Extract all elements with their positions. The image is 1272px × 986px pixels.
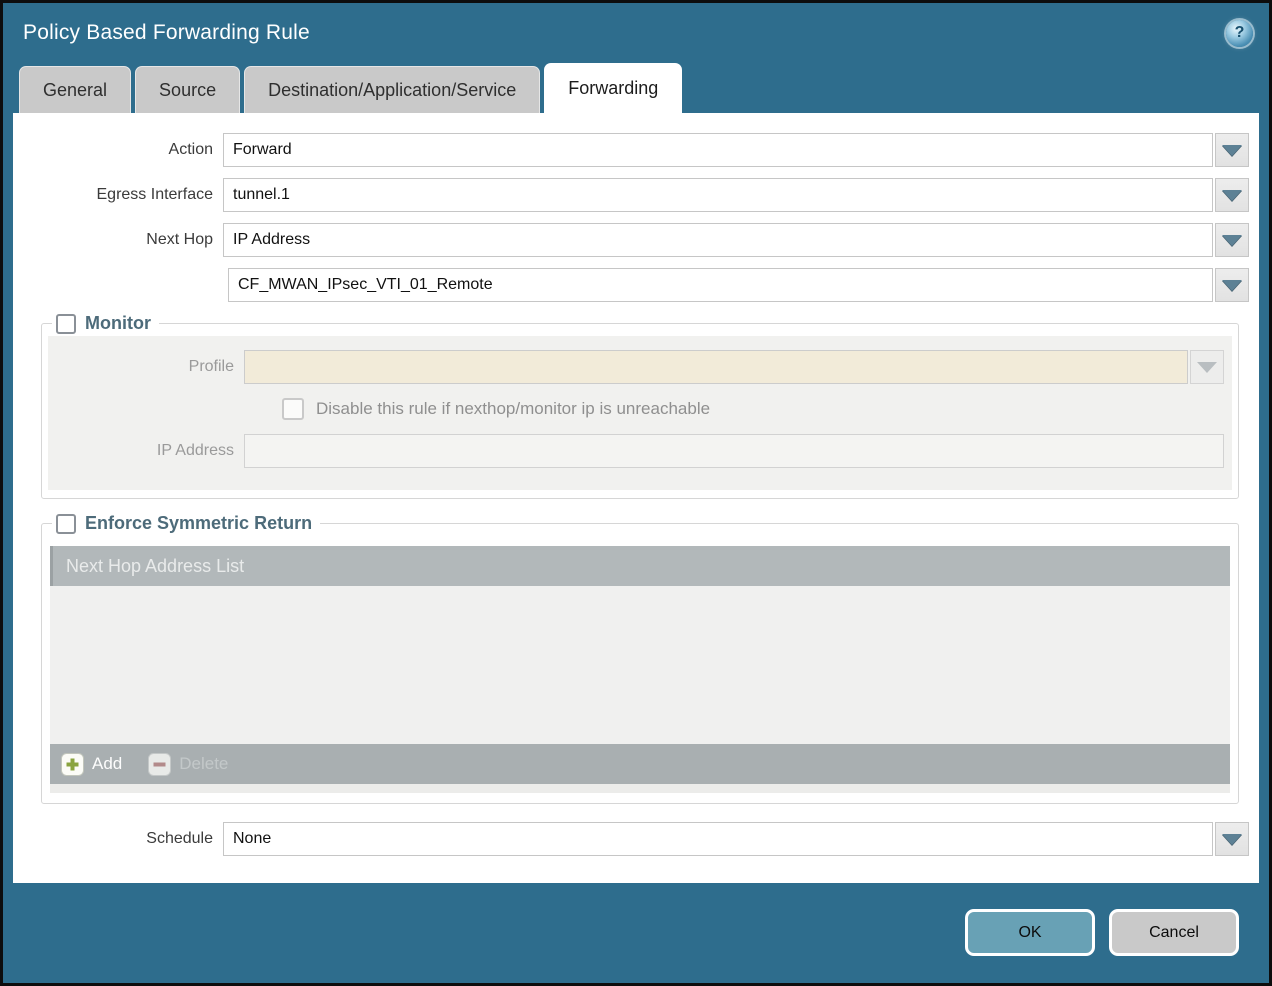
chevron-down-icon [1222, 834, 1242, 845]
egress-interface-dropdown-button[interactable] [1215, 178, 1249, 212]
next-hop-address-row [13, 268, 1249, 302]
help-glyph: ? [1235, 24, 1245, 42]
next-hop-row: Next Hop [13, 223, 1249, 257]
profile-row: Profile [48, 350, 1224, 384]
add-button-label: Add [92, 754, 122, 774]
monitor-ip-input[interactable] [244, 434, 1224, 468]
cancel-button[interactable]: Cancel [1109, 909, 1239, 956]
action-row: Action [13, 133, 1249, 167]
next-hop-address-dropdown-button[interactable] [1215, 268, 1249, 302]
profile-dropdown-button[interactable] [1190, 350, 1224, 384]
chevron-down-icon [1222, 280, 1242, 291]
next-hop-dropdown-button[interactable] [1215, 223, 1249, 257]
delete-button-label: Delete [179, 754, 228, 774]
help-icon[interactable]: ? [1226, 20, 1253, 47]
titlebar: Policy Based Forwarding Rule ? [3, 3, 1269, 63]
chevron-down-icon [1222, 190, 1242, 201]
delete-button[interactable]: Delete [148, 753, 228, 776]
monitor-panel: Profile Disable this rule if nexthop/mon… [48, 336, 1232, 490]
tab-general[interactable]: General [19, 66, 131, 113]
egress-interface-label: Egress Interface [13, 186, 223, 204]
monitor-legend-label: Monitor [85, 313, 151, 334]
table-footer: Add Delete [50, 744, 1230, 784]
forwarding-tab-panel: Action Egress Interface Next Hop [13, 113, 1259, 883]
pbf-rule-dialog: Policy Based Forwarding Rule ? General S… [0, 0, 1272, 986]
profile-label: Profile [48, 358, 244, 376]
egress-interface-row: Egress Interface [13, 178, 1249, 212]
table-body-empty[interactable] [50, 586, 1230, 744]
minus-icon [148, 753, 171, 776]
chevron-down-icon [1197, 362, 1217, 373]
next-hop-label: Next Hop [13, 231, 223, 249]
enforce-symmetric-return-checkbox[interactable] [56, 514, 76, 534]
tab-source[interactable]: Source [135, 66, 240, 113]
disable-rule-label: Disable this rule if nexthop/monitor ip … [316, 399, 710, 419]
tab-forwarding[interactable]: Forwarding [544, 63, 682, 113]
tab-bar: General Source Destination/Application/S… [3, 63, 1269, 113]
action-dropdown-button[interactable] [1215, 133, 1249, 167]
schedule-row: Schedule [13, 822, 1249, 856]
monitor-legend: Monitor [52, 313, 159, 334]
enforce-symmetric-return-legend: Enforce Symmetric Return [52, 513, 320, 534]
disable-rule-checkbox[interactable] [282, 398, 304, 420]
profile-input[interactable] [244, 350, 1188, 384]
monitor-ip-row: IP Address [48, 434, 1224, 468]
disable-rule-row: Disable this rule if nexthop/monitor ip … [282, 398, 1224, 420]
enforce-symmetric-return-legend-label: Enforce Symmetric Return [85, 513, 312, 534]
add-button[interactable]: Add [61, 753, 122, 776]
egress-interface-input[interactable] [223, 178, 1213, 212]
ok-button[interactable]: OK [965, 909, 1095, 956]
monitor-section: Monitor Profile Disable this rule if nex… [41, 313, 1239, 499]
plus-icon [61, 753, 84, 776]
schedule-dropdown-button[interactable] [1215, 822, 1249, 856]
tab-destination-application-service[interactable]: Destination/Application/Service [244, 66, 540, 113]
table-header-label: Next Hop Address List [66, 556, 244, 577]
monitor-checkbox[interactable] [56, 314, 76, 334]
monitor-ip-label: IP Address [48, 442, 244, 460]
dialog-title: Policy Based Forwarding Rule [23, 21, 310, 45]
schedule-input[interactable] [223, 822, 1213, 856]
chevron-down-icon [1222, 145, 1242, 156]
next-hop-address-table: Next Hop Address List Add [50, 546, 1230, 793]
next-hop-address-input[interactable] [228, 268, 1213, 302]
action-label: Action [13, 141, 223, 159]
next-hop-type-input[interactable] [223, 223, 1213, 257]
table-header: Next Hop Address List [50, 546, 1230, 586]
action-input[interactable] [223, 133, 1213, 167]
chevron-down-icon [1222, 235, 1242, 246]
schedule-label: Schedule [13, 830, 223, 848]
enforce-symmetric-return-section: Enforce Symmetric Return Next Hop Addres… [41, 513, 1239, 804]
dialog-footer: OK Cancel [3, 883, 1269, 983]
